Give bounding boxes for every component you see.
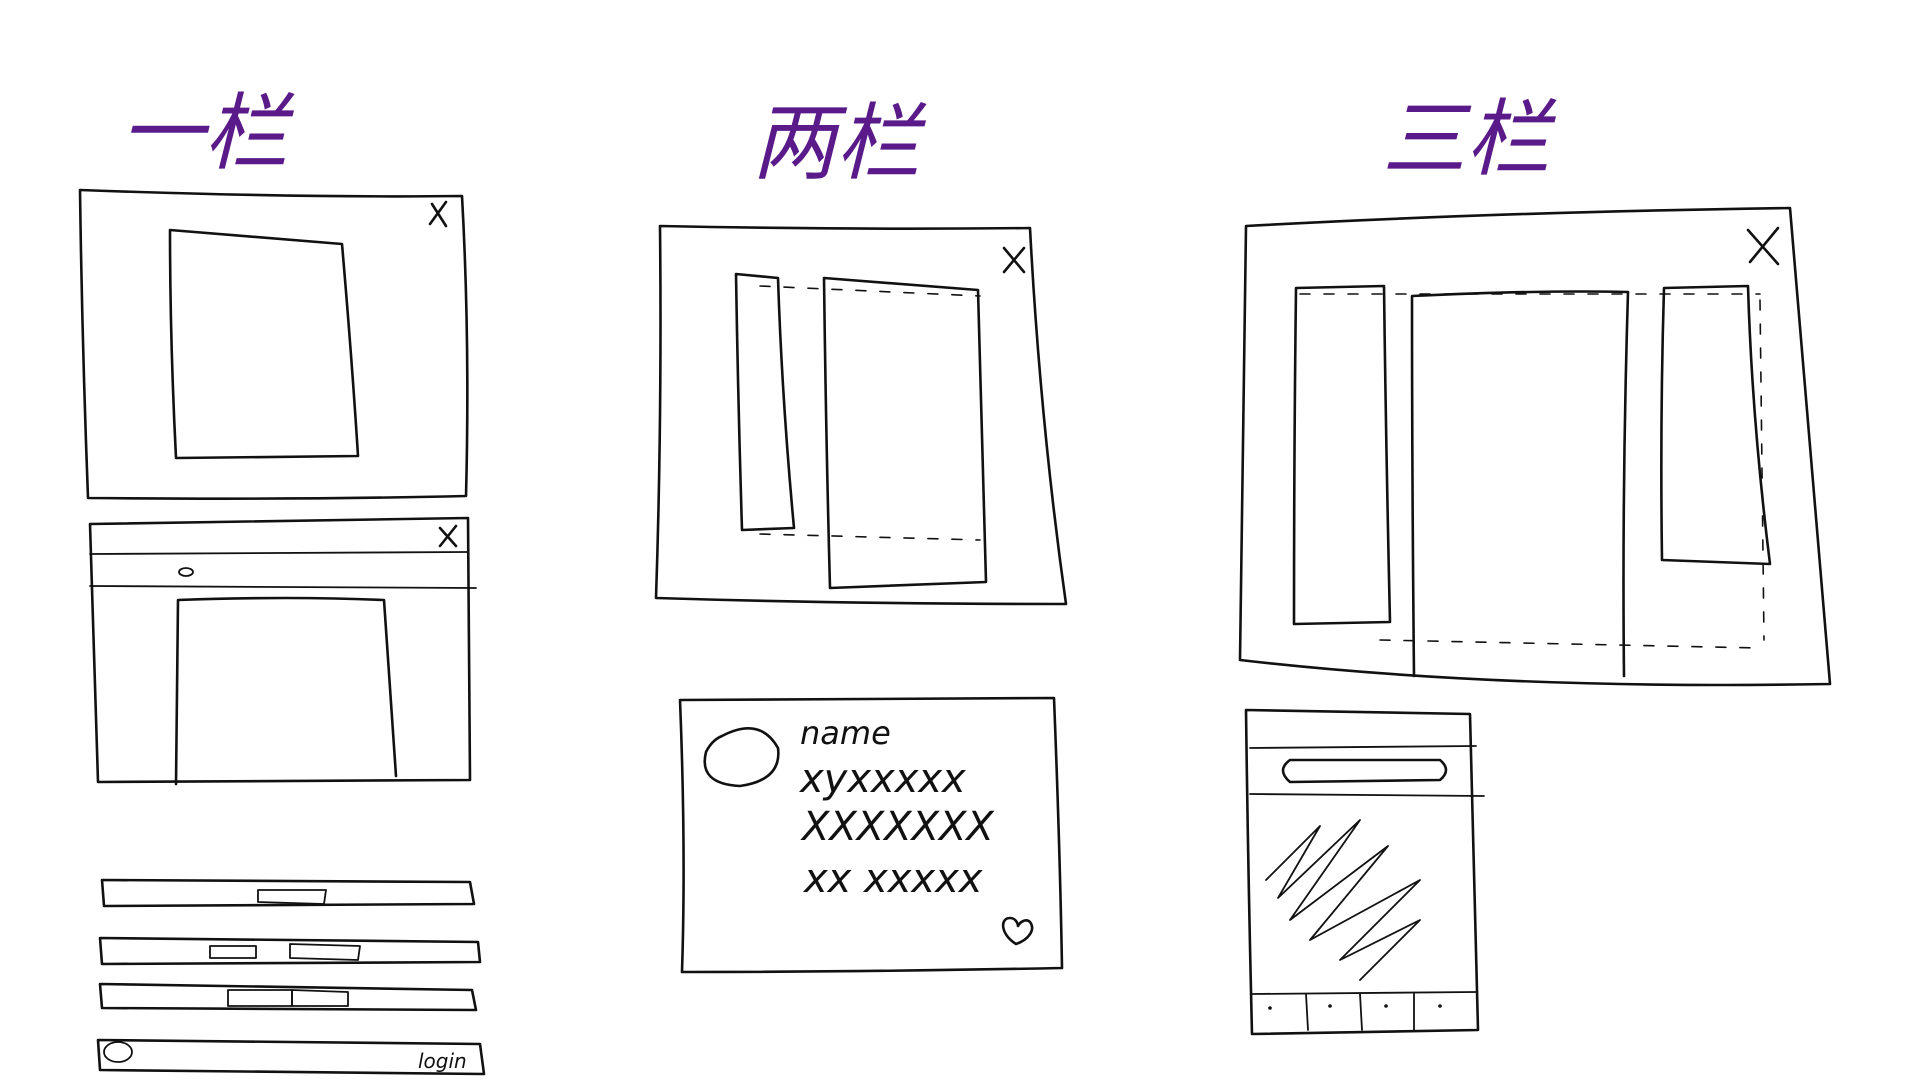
close-icon (1746, 226, 1780, 266)
window-frame (654, 224, 1068, 606)
center-column (1410, 290, 1630, 678)
search-divider (1249, 793, 1485, 797)
tab-bar-divider (1251, 991, 1477, 995)
image-placeholder-scribble (1265, 819, 1421, 981)
address-bar-icon (178, 567, 194, 577)
heading-two-column: 两栏 (752, 94, 927, 192)
column-guide-bottom (759, 533, 981, 541)
heading-three-column: 三栏 (1382, 90, 1557, 188)
right-column (1660, 284, 1772, 566)
content-box (168, 228, 360, 460)
nav-bar-variant-3 (98, 982, 478, 1012)
nav-bar-login: login (96, 1038, 486, 1076)
header-divider (1249, 745, 1477, 749)
heading-one-column: 一栏 (120, 84, 295, 182)
window-frame (78, 188, 469, 500)
close-icon (1002, 246, 1026, 274)
title-bar-divider (89, 551, 469, 555)
profile-text-line-1: xyxxxxx (798, 756, 966, 802)
mobile-sketch (1244, 708, 1485, 1036)
profile-card: name xyxxxxx XXXXXXX xx xxxxx (678, 696, 1064, 974)
heart-icon[interactable] (1001, 916, 1034, 946)
tab-separator-1 (1305, 993, 1309, 1031)
tab-separator-2 (1359, 993, 1363, 1031)
window-frame (1238, 206, 1832, 687)
tab-dot-4[interactable] (1438, 1004, 1442, 1008)
left-column (1292, 284, 1392, 626)
two-column-window (654, 224, 1068, 606)
avatar (703, 727, 780, 788)
right-column (822, 276, 988, 590)
nav-bar-variant-1 (100, 878, 476, 908)
login-button[interactable]: login (418, 1049, 467, 1073)
profile-text-line-3: xx xxxxx (802, 856, 983, 902)
three-column-window (1238, 206, 1832, 687)
tab-dot-2[interactable] (1328, 1004, 1332, 1008)
close-icon (438, 524, 458, 548)
tab-dot-3[interactable] (1384, 1004, 1388, 1008)
nav-bar-variant-2 (98, 936, 482, 966)
address-bar-divider (89, 585, 477, 589)
left-column (734, 272, 796, 532)
profile-text-line-2: XXXXXXX (800, 804, 995, 850)
profile-name: name (800, 714, 891, 752)
tab-dot-1[interactable] (1268, 1006, 1272, 1010)
one-column-window (78, 188, 469, 500)
window-frame (88, 516, 472, 784)
logo-circle (103, 1041, 133, 1063)
close-icon (428, 200, 448, 228)
phone-frame (1244, 708, 1480, 1036)
search-bar[interactable] (1281, 758, 1448, 784)
sketch-canvas: 一栏 两栏 三栏 login name xyxxxxx XXXXXXX xx x… (78, 84, 1832, 1076)
column-guide-bottom (1379, 639, 1761, 649)
one-column-browser-window (88, 516, 477, 786)
content-box (174, 596, 398, 786)
